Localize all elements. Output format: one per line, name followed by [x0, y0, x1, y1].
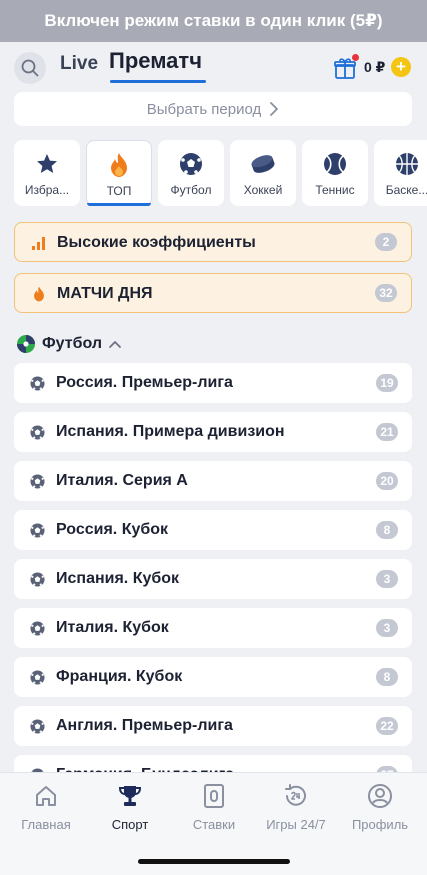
count-badge: 32 — [375, 284, 397, 302]
count-badge: 20 — [376, 472, 398, 490]
bar-chart-icon — [32, 237, 45, 250]
search-button[interactable] — [14, 52, 46, 84]
league-row[interactable]: Испания. Примера дивизион 21 — [14, 412, 412, 452]
soccer-ball-icon — [30, 376, 45, 391]
nav-label: Главная — [21, 817, 71, 832]
league-row[interactable]: Италия. Серия А 20 — [14, 461, 412, 501]
soccer-ball-icon — [30, 523, 45, 538]
chip-basketball[interactable]: Баске... — [374, 140, 427, 206]
nav-bets[interactable]: Ставки — [174, 783, 254, 832]
home-indicator — [138, 859, 290, 864]
nav-profile[interactable]: Профиль — [340, 783, 420, 832]
soccer-ball-icon — [30, 719, 45, 734]
banner-text: Включен режим ставки в один клик (5₽) — [44, 11, 383, 30]
count-badge: 3 — [376, 619, 398, 637]
league-row[interactable]: Россия. Кубок 8 — [14, 510, 412, 550]
active-tab-indicator — [110, 80, 206, 83]
league-name: Италия. Кубок — [56, 619, 169, 636]
soccer-ball-icon — [30, 670, 45, 685]
chip-label: Баске... — [385, 183, 427, 197]
hockey-puck-icon — [251, 155, 275, 173]
league-name: Россия. Премьер-лига — [56, 374, 233, 391]
one-click-bet-banner[interactable]: Включен режим ставки в один клик (5₽) — [0, 0, 427, 42]
league-name: Испания. Примера дивизион — [56, 423, 285, 440]
period-label: Выбрать период — [146, 100, 262, 118]
section-football-header[interactable]: Футбол — [16, 334, 122, 354]
fire-icon — [111, 153, 127, 177]
chevron-right-icon — [270, 102, 279, 116]
nav-home[interactable]: Главная — [6, 783, 86, 832]
chip-favorites[interactable]: Избра... — [14, 140, 80, 206]
nav-label: Игры 24/7 — [266, 817, 326, 832]
trophy-icon — [118, 786, 142, 806]
profile-icon — [368, 784, 392, 808]
chip-label: Теннис — [315, 183, 355, 197]
bet-slip-icon — [204, 784, 224, 808]
promo-label: Высокие коэффициенты — [57, 234, 256, 251]
chip-label: Футбол — [170, 183, 212, 197]
chevron-up-icon — [109, 341, 121, 348]
star-icon — [37, 154, 57, 173]
count-badge: 2 — [375, 233, 397, 251]
tab-live[interactable]: Live — [60, 53, 98, 75]
chip-label: Хоккей — [243, 183, 283, 197]
games-24-7-icon — [285, 784, 306, 806]
count-badge: 3 — [376, 570, 398, 588]
league-row[interactable]: Италия. Кубок 3 — [14, 608, 412, 648]
soccer-ball-icon — [180, 153, 202, 175]
period-selector[interactable]: Выбрать период — [14, 92, 412, 126]
count-badge: 19 — [376, 374, 398, 392]
basketball-icon — [396, 153, 418, 175]
count-badge: 22 — [376, 717, 398, 735]
nav-label: Спорт — [111, 817, 149, 832]
soccer-ball-color-icon — [17, 335, 35, 353]
sport-filter-bar: Избра... ТОП Футбол Хоккей Теннис Баске.… — [14, 140, 427, 208]
league-row[interactable]: Россия. Премьер-лига 19 — [14, 363, 412, 403]
fire-icon — [34, 286, 44, 302]
chip-top[interactable]: ТОП — [86, 140, 152, 206]
count-badge: 21 — [376, 423, 398, 441]
nav-games[interactable]: Игры 24/7 — [256, 783, 336, 832]
chip-label: ТОП — [106, 184, 132, 198]
section-title: Футбол — [42, 335, 103, 352]
soccer-ball-icon — [30, 621, 45, 636]
balance-value: 0 ₽ — [364, 59, 386, 75]
league-row[interactable]: Англия. Премьер-лига 22 — [14, 706, 412, 746]
promo-high-odds[interactable]: Высокие коэффициенты 2 — [14, 222, 412, 262]
header: Live Прематч 0 ₽ + — [0, 42, 427, 92]
promo-label: МАТЧИ ДНЯ — [57, 285, 153, 302]
chip-tennis[interactable]: Теннис — [302, 140, 368, 206]
count-badge: 8 — [376, 521, 398, 539]
league-row[interactable]: Испания. Кубок 3 — [14, 559, 412, 599]
count-badge: 8 — [376, 668, 398, 686]
league-name: Англия. Премьер-лига — [56, 717, 233, 734]
chip-label: Избра... — [24, 183, 70, 197]
league-name: Италия. Серия А — [56, 472, 188, 489]
league-name: Россия. Кубок — [56, 521, 169, 538]
league-name: Испания. Кубок — [56, 570, 180, 587]
soccer-ball-icon — [30, 425, 45, 440]
nav-label: Профиль — [351, 817, 409, 832]
soccer-ball-icon — [30, 474, 45, 489]
league-name: Франция. Кубок — [56, 668, 183, 685]
tab-prematch[interactable]: Прематч — [109, 48, 202, 74]
soccer-ball-icon — [30, 572, 45, 587]
search-icon — [21, 59, 39, 77]
chip-hockey[interactable]: Хоккей — [230, 140, 296, 206]
league-row[interactable]: Франция. Кубок 8 — [14, 657, 412, 697]
promo-matches-of-day[interactable]: МАТЧИ ДНЯ 32 — [14, 273, 412, 313]
nav-label: Ставки — [192, 817, 236, 832]
chip-football[interactable]: Футбол — [158, 140, 224, 206]
tennis-ball-icon — [324, 153, 346, 175]
gift-button[interactable] — [333, 54, 359, 80]
home-icon — [36, 786, 56, 806]
nav-sport[interactable]: Спорт — [90, 783, 170, 832]
notification-dot — [352, 54, 359, 61]
add-funds-button[interactable]: + — [391, 57, 411, 77]
